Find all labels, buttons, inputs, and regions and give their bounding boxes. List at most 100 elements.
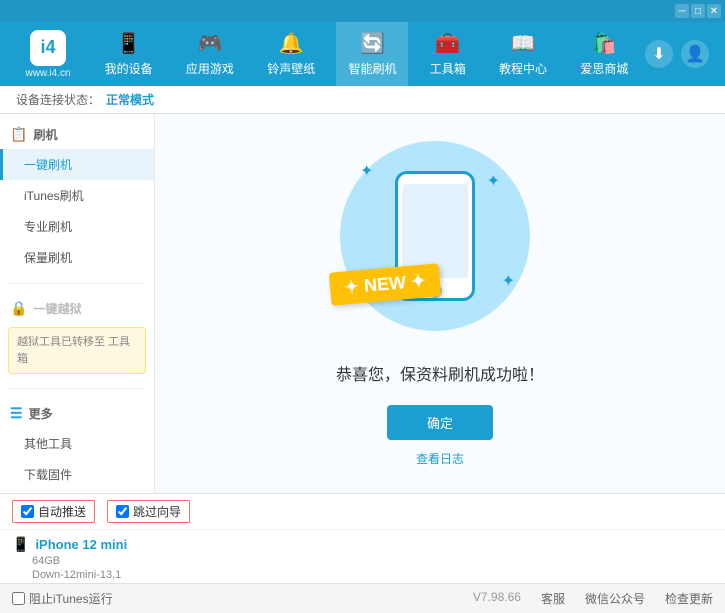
lock-icon: 🔒 bbox=[10, 300, 27, 317]
sidebar-one-click-flash[interactable]: 一键刷机 bbox=[0, 149, 154, 180]
footer-left: 阻止iTunes运行 bbox=[12, 590, 113, 607]
version-label: V7.98.66 bbox=[473, 590, 521, 607]
confirm-button[interactable]: 确定 bbox=[387, 405, 493, 440]
status-label: 设备连接状态： bbox=[16, 91, 100, 108]
skip-wizard-label: 跳过向导 bbox=[133, 503, 181, 520]
device-name-row: 📱 iPhone 12 mini bbox=[12, 536, 713, 553]
nav-apps-label: 应用游戏 bbox=[186, 60, 234, 77]
nav-istore-label: 爱思商城 bbox=[580, 60, 628, 77]
jailbreak-label: 一键越狱 bbox=[33, 300, 81, 317]
device-icon: 📱 bbox=[12, 536, 29, 553]
device-name: iPhone 12 mini bbox=[35, 537, 127, 552]
minimize-button[interactable]: ─ bbox=[675, 4, 689, 18]
save-flash-label: 保量刷机 bbox=[24, 251, 72, 265]
sidebar-itunes-flash[interactable]: iTunes刷机 bbox=[0, 180, 154, 211]
jailbreak-warning: 越狱工具已转移至 工具箱 bbox=[8, 327, 146, 374]
main-content: 📋 刷机 一键刷机 iTunes刷机 专业刷机 保量刷机 🔒 一键越狱 bbox=[0, 114, 725, 493]
jailbreak-section: 🔒 一键越狱 越狱工具已转移至 工具箱 bbox=[0, 288, 154, 384]
status-bar: 设备连接状态： 正常模式 bbox=[0, 86, 725, 114]
nav-toolbox[interactable]: 🧰 工具箱 bbox=[418, 22, 478, 86]
footer: 阻止iTunes运行 V7.98.66 客服 微信公众号 检查更新 bbox=[0, 583, 725, 613]
toolbox-icon: 🧰 bbox=[435, 31, 460, 56]
flash-section: 📋 刷机 一键刷机 iTunes刷机 专业刷机 保量刷机 bbox=[0, 114, 154, 279]
bottom-checkboxes: 自动推送 跳过向导 bbox=[0, 494, 725, 530]
content-area: ✦ ✦ ✦ ✦ NEW ✦ 恭喜您，保资料刷机成功啦！ 确定 查看日志 bbox=[155, 114, 725, 493]
phone-illustration: ✦ ✦ ✦ ✦ NEW ✦ bbox=[340, 141, 540, 341]
device-storage: 64GB bbox=[32, 555, 713, 567]
jailbreak-warning-text: 越狱工具已转移至 工具箱 bbox=[17, 336, 130, 365]
flash-section-icon: 📋 bbox=[10, 126, 27, 143]
more-section-header: ☰ 更多 bbox=[0, 399, 154, 428]
nav-istore[interactable]: 🛍️ 爱思商城 bbox=[568, 22, 640, 86]
sparkle-2: ✦ bbox=[487, 171, 500, 191]
more-section: ☰ 更多 其他工具 下载固件 高级功能 bbox=[0, 393, 154, 493]
view-log-link[interactable]: 查看日志 bbox=[416, 450, 464, 467]
bottom-panel: 自动推送 跳过向导 📱 iPhone 12 mini 64GB Down-12m… bbox=[0, 493, 725, 583]
nav-toolbox-label: 工具箱 bbox=[430, 60, 466, 77]
auto-push-checkbox[interactable]: 自动推送 bbox=[12, 500, 95, 523]
nav-smart-flash-label: 智能刷机 bbox=[348, 60, 396, 77]
close-button[interactable]: ✕ bbox=[707, 4, 721, 18]
nav-bar: i4 www.i4.cn 📱 我的设备 🎮 应用游戏 🔔 铃声壁纸 🔄 智能刷机… bbox=[0, 22, 725, 86]
app-logo: i4 www.i4.cn bbox=[8, 30, 88, 79]
skip-wizard-input[interactable] bbox=[116, 505, 129, 518]
title-bar: ─ □ ✕ bbox=[0, 0, 725, 22]
logo-url: www.i4.cn bbox=[25, 68, 70, 79]
customer-service-link[interactable]: 客服 bbox=[541, 590, 565, 607]
sidebar-download-firmware[interactable]: 下载固件 bbox=[0, 459, 154, 490]
download-button[interactable]: ⬇ bbox=[645, 40, 673, 68]
window-controls: ─ □ ✕ bbox=[675, 4, 721, 18]
more-icon: ☰ bbox=[10, 405, 23, 422]
more-section-label: 更多 bbox=[29, 405, 53, 422]
nav-tutorials-label: 教程中心 bbox=[499, 60, 547, 77]
itunes-flash-label: iTunes刷机 bbox=[24, 189, 84, 203]
apps-icon: 🎮 bbox=[197, 31, 222, 56]
check-update-link[interactable]: 检查更新 bbox=[665, 590, 713, 607]
itunes-checkbox[interactable] bbox=[12, 592, 25, 605]
sparkle-1: ✦ bbox=[360, 161, 373, 181]
maximize-button[interactable]: □ bbox=[691, 4, 705, 18]
itunes-label: 阻止iTunes运行 bbox=[29, 590, 113, 607]
wechat-link[interactable]: 微信公众号 bbox=[585, 590, 645, 607]
nav-my-device[interactable]: 📱 我的设备 bbox=[93, 22, 165, 86]
download-firmware-label: 下载固件 bbox=[24, 468, 72, 482]
sidebar-advanced[interactable]: 高级功能 bbox=[0, 490, 154, 493]
sparkle-3: ✦ bbox=[502, 271, 515, 291]
auto-push-label: 自动推送 bbox=[38, 503, 86, 520]
footer-right: V7.98.66 客服 微信公众号 检查更新 bbox=[473, 590, 713, 607]
divider-2 bbox=[8, 388, 146, 389]
nav-ringtones-label: 铃声壁纸 bbox=[267, 60, 315, 77]
nav-smart-flash[interactable]: 🔄 智能刷机 bbox=[336, 22, 408, 86]
user-button[interactable]: 👤 bbox=[681, 40, 709, 68]
divider-1 bbox=[8, 283, 146, 284]
istore-icon: 🛍️ bbox=[592, 31, 617, 56]
sidebar-other-tools[interactable]: 其他工具 bbox=[0, 428, 154, 459]
nav-my-device-label: 我的设备 bbox=[105, 60, 153, 77]
sidebar: 📋 刷机 一键刷机 iTunes刷机 专业刷机 保量刷机 🔒 一键越狱 bbox=[0, 114, 155, 493]
pro-flash-label: 专业刷机 bbox=[24, 220, 72, 234]
sidebar-save-flash[interactable]: 保量刷机 bbox=[0, 242, 154, 273]
auto-push-input[interactable] bbox=[21, 505, 34, 518]
nav-ringtones[interactable]: 🔔 铃声壁纸 bbox=[255, 22, 327, 86]
status-value: 正常模式 bbox=[106, 91, 154, 108]
ringtones-icon: 🔔 bbox=[279, 31, 304, 56]
jailbreak-header: 🔒 一键越狱 bbox=[0, 294, 154, 323]
tutorials-icon: 📖 bbox=[511, 31, 536, 56]
one-click-flash-label: 一键刷机 bbox=[24, 158, 72, 172]
logo-icon: i4 bbox=[30, 30, 66, 66]
nav-apps[interactable]: 🎮 应用游戏 bbox=[174, 22, 246, 86]
nav-items: 📱 我的设备 🎮 应用游戏 🔔 铃声壁纸 🔄 智能刷机 🧰 工具箱 📖 教程中心… bbox=[88, 22, 645, 86]
device-model: Down-12mini-13,1 bbox=[32, 569, 713, 581]
flash-section-header: 📋 刷机 bbox=[0, 120, 154, 149]
device-info: 📱 iPhone 12 mini 64GB Down-12mini-13,1 bbox=[0, 530, 725, 587]
skip-wizard-checkbox[interactable]: 跳过向导 bbox=[107, 500, 190, 523]
smart-flash-icon: 🔄 bbox=[360, 31, 385, 56]
flash-section-label: 刷机 bbox=[33, 126, 57, 143]
nav-tutorials[interactable]: 📖 教程中心 bbox=[487, 22, 559, 86]
other-tools-label: 其他工具 bbox=[24, 437, 72, 451]
success-title: 恭喜您，保资料刷机成功啦！ bbox=[336, 361, 544, 385]
sidebar-pro-flash[interactable]: 专业刷机 bbox=[0, 211, 154, 242]
phone-circle: ✦ ✦ ✦ ✦ NEW ✦ bbox=[340, 141, 530, 331]
nav-right-buttons: ⬇ 👤 bbox=[645, 40, 717, 68]
my-device-icon: 📱 bbox=[116, 31, 141, 56]
